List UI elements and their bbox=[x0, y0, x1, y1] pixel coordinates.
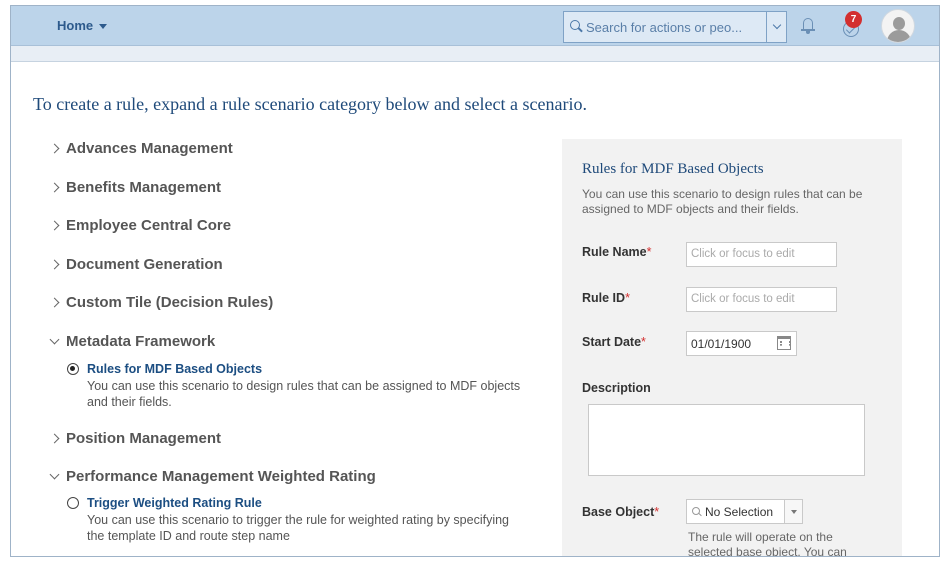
chevron-right-icon bbox=[49, 297, 60, 308]
rule-name-input[interactable]: Click or focus to edit bbox=[686, 242, 837, 267]
search-input[interactable]: Search for actions or peo... bbox=[586, 20, 766, 35]
bell-icon[interactable] bbox=[801, 16, 815, 34]
page-instruction: To create a rule, expand a rule scenario… bbox=[33, 94, 587, 114]
category-advances-management[interactable]: Advances Management bbox=[49, 140, 233, 157]
scenario-radio[interactable] bbox=[67, 497, 79, 509]
category-label: Employee Central Core bbox=[66, 217, 232, 234]
chevron-right-icon bbox=[49, 182, 60, 193]
chevron-right-icon bbox=[49, 220, 60, 231]
panel-description: You can use this scenario to design rule… bbox=[582, 187, 863, 216]
rule-details-panel: Rules for MDF Based Objects You can use … bbox=[562, 139, 902, 557]
scenario-radio-selected[interactable] bbox=[67, 363, 79, 375]
search-icon bbox=[687, 500, 705, 523]
sub-header-bar bbox=[11, 46, 939, 62]
chevron-down-icon bbox=[772, 20, 781, 30]
chevron-down-icon bbox=[49, 334, 60, 344]
category-label: Custom Tile (Decision Rules) bbox=[66, 294, 274, 311]
chevron-right-icon bbox=[49, 259, 60, 270]
category-performance-weighted-rating[interactable]: Performance Management Weighted Rating bbox=[49, 468, 376, 485]
category-label: Benefits Management bbox=[66, 179, 222, 196]
category-label: Advances Management bbox=[66, 140, 233, 157]
start-date-input[interactable]: 01/01/1900 bbox=[686, 331, 797, 356]
todo-button[interactable]: 7 bbox=[837, 11, 867, 41]
base-object-value: No Selection bbox=[705, 504, 774, 519]
category-label: Performance Management Weighted Rating bbox=[66, 468, 376, 485]
search-icon[interactable] bbox=[564, 12, 586, 42]
base-object-label: Base Object* bbox=[582, 505, 660, 519]
home-menu-button[interactable]: Home bbox=[57, 18, 108, 33]
description-textarea[interactable] bbox=[588, 404, 865, 476]
chevron-right-icon bbox=[49, 143, 60, 154]
start-date-label: Start Date* bbox=[582, 335, 646, 349]
app-window: Home Search for actions or peo... 7 To c… bbox=[10, 5, 940, 557]
category-position-management[interactable]: Position Management bbox=[49, 430, 222, 447]
scenario-description: You can use this scenario to design rule… bbox=[87, 379, 521, 409]
required-marker: * bbox=[654, 505, 660, 519]
category-label: Metadata Framework bbox=[66, 333, 216, 350]
search-dropdown-button[interactable] bbox=[766, 12, 786, 42]
chevron-down-icon bbox=[49, 469, 60, 479]
required-marker: * bbox=[641, 335, 646, 349]
base-object-hint: The rule will operate on the selected ba… bbox=[688, 530, 847, 557]
chevron-right-icon bbox=[49, 433, 60, 444]
category-document-generation[interactable]: Document Generation bbox=[49, 256, 223, 273]
scenario-title[interactable]: Trigger Weighted Rating Rule bbox=[87, 496, 262, 510]
category-label: Document Generation bbox=[66, 256, 223, 273]
category-employee-central-core[interactable]: Employee Central Core bbox=[49, 217, 232, 234]
base-object-select[interactable]: No Selection bbox=[686, 499, 803, 524]
caret-down-icon bbox=[99, 24, 108, 29]
avatar[interactable] bbox=[881, 9, 915, 43]
shell-bar: Home Search for actions or peo... 7 bbox=[11, 6, 939, 46]
home-label: Home bbox=[57, 18, 94, 33]
rule-name-label: Rule Name* bbox=[582, 245, 652, 259]
category-custom-tile[interactable]: Custom Tile (Decision Rules) bbox=[49, 294, 274, 311]
required-marker: * bbox=[625, 291, 630, 305]
rule-id-label: Rule ID* bbox=[582, 291, 630, 305]
panel-title: Rules for MDF Based Objects bbox=[582, 161, 764, 177]
category-label: Position Management bbox=[66, 430, 222, 447]
dropdown-arrow-icon[interactable] bbox=[784, 500, 802, 523]
category-metadata-framework[interactable]: Metadata Framework bbox=[49, 333, 216, 350]
rule-id-input[interactable]: Click or focus to edit bbox=[686, 287, 837, 312]
description-label: Description bbox=[582, 381, 651, 395]
start-date-value: 01/01/1900 bbox=[691, 337, 752, 351]
required-marker: * bbox=[646, 245, 652, 259]
notification-badge: 7 bbox=[845, 11, 862, 28]
category-benefits-management[interactable]: Benefits Management bbox=[49, 179, 222, 196]
calendar-icon[interactable] bbox=[777, 336, 791, 350]
search-box[interactable]: Search for actions or peo... bbox=[563, 11, 787, 43]
scenario-description: You can use this scenario to trigger the… bbox=[87, 513, 510, 543]
scenario-title[interactable]: Rules for MDF Based Objects bbox=[87, 362, 262, 376]
